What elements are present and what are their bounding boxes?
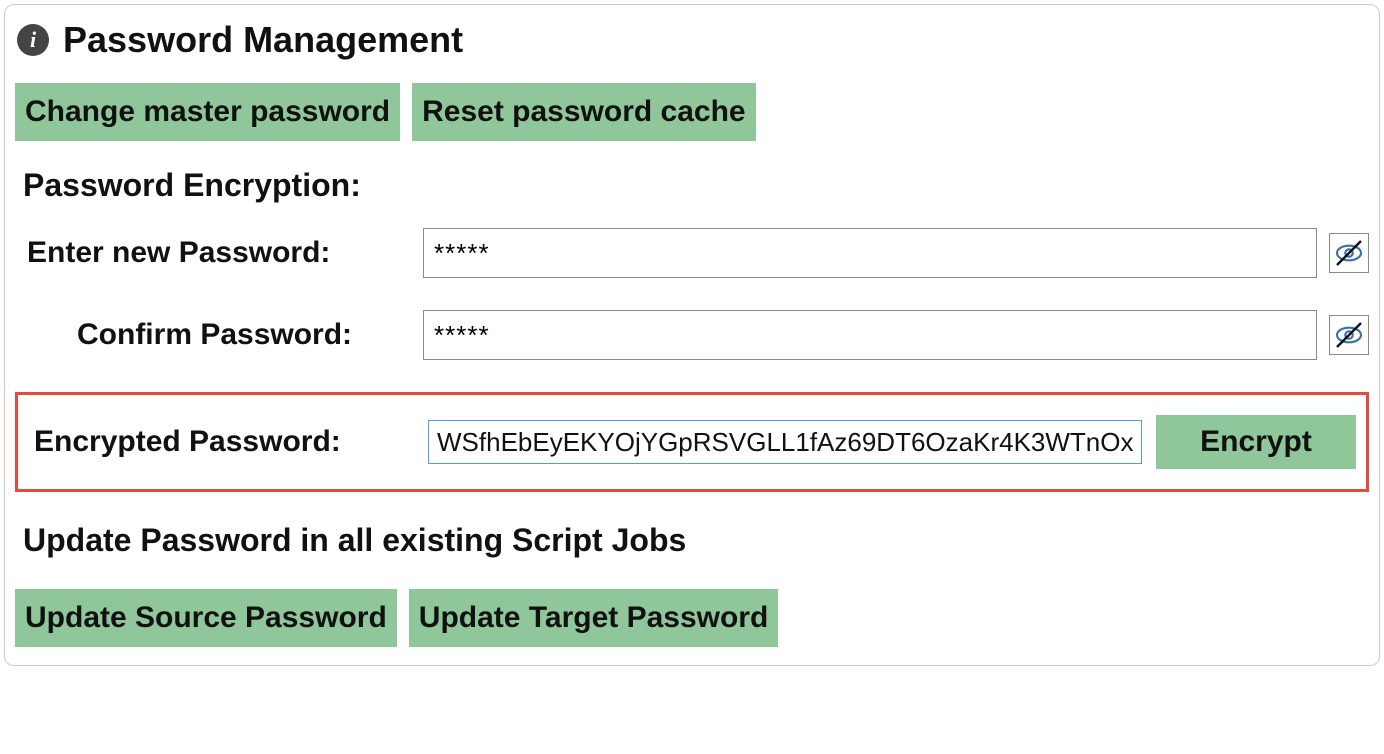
- update-jobs-section-title: Update Password in all existing Script J…: [23, 522, 1369, 559]
- encrypt-button[interactable]: Encrypt: [1156, 415, 1356, 469]
- panel-title: Password Management: [63, 19, 463, 61]
- confirm-password-input[interactable]: [423, 310, 1317, 360]
- toggle-visibility-new-button[interactable]: [1329, 233, 1369, 273]
- enter-password-label: Enter new Password:: [23, 236, 423, 270]
- panel-header: i Password Management: [15, 19, 1369, 61]
- update-target-password-button[interactable]: Update Target Password: [409, 589, 779, 647]
- update-source-password-button[interactable]: Update Source Password: [15, 589, 397, 647]
- confirm-password-row: Confirm Password:: [15, 310, 1369, 360]
- eye-slash-icon: [1333, 319, 1365, 351]
- change-master-password-button[interactable]: Change master password: [15, 83, 400, 141]
- password-management-panel: i Password Management Change master pass…: [4, 4, 1380, 666]
- encrypted-password-highlight: Encrypted Password: Encrypt: [15, 392, 1369, 492]
- encrypted-password-output[interactable]: [428, 420, 1142, 464]
- eye-slash-icon: [1333, 237, 1365, 269]
- bottom-button-row: Update Source Password Update Target Pas…: [15, 589, 1369, 647]
- top-button-row: Change master password Reset password ca…: [15, 83, 1369, 141]
- reset-password-cache-button[interactable]: Reset password cache: [412, 83, 755, 141]
- enter-password-row: Enter new Password:: [15, 228, 1369, 278]
- info-icon: i: [17, 24, 49, 56]
- encrypted-password-label: Encrypted Password:: [28, 425, 428, 459]
- confirm-password-label: Confirm Password:: [23, 318, 423, 352]
- new-password-input[interactable]: [423, 228, 1317, 278]
- toggle-visibility-confirm-button[interactable]: [1329, 315, 1369, 355]
- encryption-section-title: Password Encryption:: [23, 167, 1369, 204]
